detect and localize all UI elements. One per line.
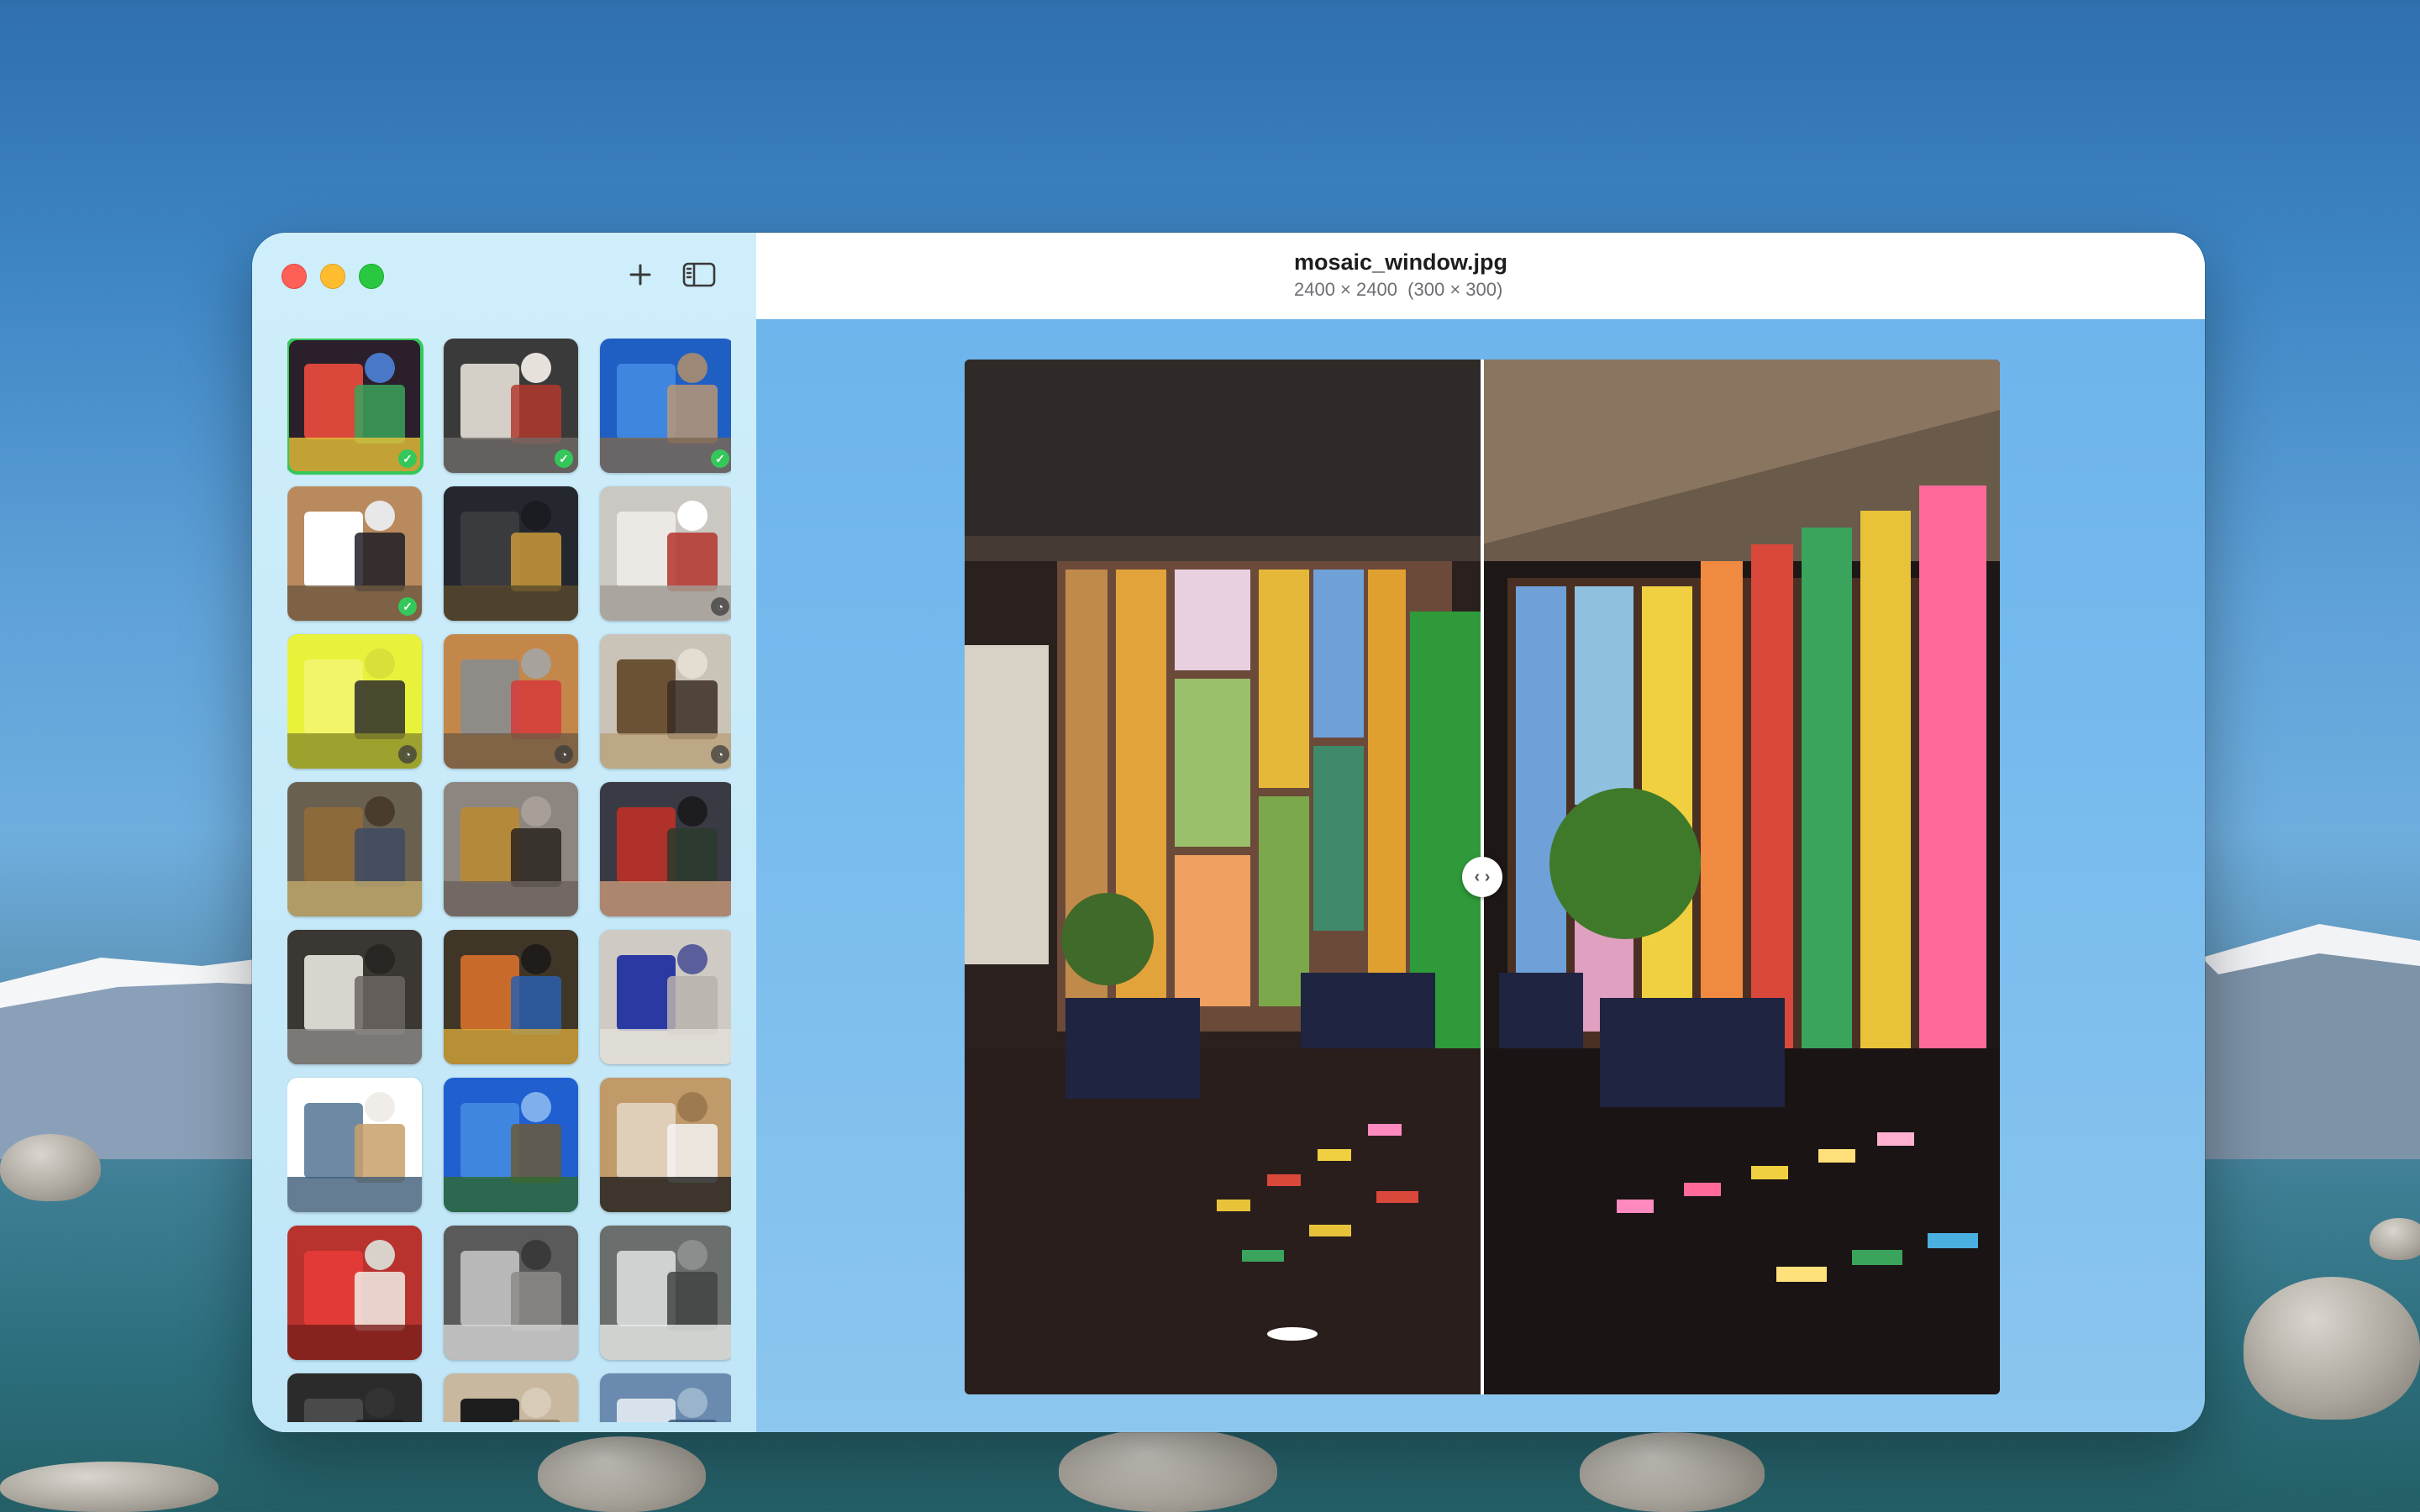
desktop-rock [2244, 1277, 2420, 1420]
thumbnail-remote-control-hand[interactable] [600, 1078, 731, 1212]
thumbnail-image [600, 486, 731, 621]
thumbnail-warehouse-pallet[interactable] [444, 1226, 578, 1360]
thumbnail-image [600, 930, 731, 1064]
thumbnail-grey-fabric-tag[interactable] [600, 1226, 731, 1360]
thumbnail-transit-map-sign[interactable]: ◔ [600, 486, 731, 621]
thumbnail-image [600, 1373, 731, 1422]
thumbnail-image [444, 1078, 578, 1212]
plus-icon [629, 264, 651, 286]
pending-clock-icon: ◔ [711, 597, 729, 616]
thumbnail-stained-glass-lobby[interactable]: ✓ [287, 339, 424, 475]
thumbnail-eiffel-day[interactable] [444, 1078, 578, 1212]
after-image [1482, 360, 2000, 1394]
desktop-rock [2370, 1218, 2420, 1260]
thumbnail-image [600, 1226, 731, 1360]
minimize-window-button[interactable] [320, 264, 345, 289]
thumbnail-stanford-storefront[interactable]: ✓ [444, 339, 578, 473]
thumbnail-image [600, 634, 731, 769]
before-image [965, 360, 1482, 1394]
title-block: mosaic_window.jpg 2400 × 2400 (300 × 300… [1294, 249, 1507, 301]
toggle-sidebar-button[interactable] [681, 258, 718, 291]
thumbnail-image [287, 1373, 422, 1422]
thumbnail-colorful-chandelier[interactable] [444, 930, 578, 1064]
processed-check-icon: ✓ [398, 449, 417, 468]
pending-clock-icon: ◔ [398, 745, 417, 764]
thumbnail-image [444, 930, 578, 1064]
thumbnail-dragon-sketch[interactable] [287, 1078, 422, 1212]
app-window: ✓ ✓ ✓ ✓ ◔ ◔ ◔ ◔ mosaic_window.jpg 2400 × 2400 (… [252, 233, 2205, 1432]
processed-check-icon: ✓ [711, 449, 729, 468]
thumbnail-image [444, 1226, 578, 1360]
file-name: mosaic_window.jpg [1294, 249, 1508, 275]
sidebar-icon [682, 262, 716, 287]
thumbnail-image [600, 339, 731, 473]
thumbnail-eiffel-night[interactable] [444, 486, 578, 621]
main-titlebar: mosaic_window.jpg 2400 × 2400 (300 × 300… [756, 233, 2205, 319]
thumbnail-image [287, 782, 422, 916]
sidebar-titlebar [252, 233, 756, 317]
compare-handle[interactable]: ‹ › [1462, 857, 1502, 897]
thumbnail-image [287, 1078, 422, 1212]
thumbnail-grid: ✓ ✓ ✓ ✓ ◔ ◔ ◔ ◔ [287, 339, 731, 1422]
thumbnail-image [444, 782, 578, 916]
close-window-button[interactable] [281, 264, 307, 289]
thumbnail-image [444, 486, 578, 621]
thumbnail-dark-cat[interactable] [287, 1373, 422, 1422]
before-after-viewer[interactable]: ‹ › [965, 360, 2000, 1394]
desktop-rock [1580, 1432, 1765, 1512]
thumbnail-renaissance-portrait[interactable] [600, 782, 731, 916]
file-dimensions: 2400 × 2400 (300 × 300) [1294, 279, 1503, 300]
processed-check-icon: ✓ [398, 597, 417, 616]
thumbnail-framed-sculpture[interactable]: ◔ [600, 634, 731, 769]
processed-check-icon: ✓ [555, 449, 573, 468]
thumbnail-black-bag[interactable] [444, 1373, 578, 1422]
pending-clock-icon: ◔ [711, 745, 729, 764]
thumbnail-image [600, 782, 731, 916]
thumbnail-blue-figures-art[interactable] [600, 930, 731, 1064]
thumbnail-prime-shirt-bag[interactable]: ✓ [287, 486, 422, 621]
thumbnail-spray-can-chair[interactable] [287, 930, 422, 1064]
thumbnail-sample-only-shirt[interactable]: ◔ [287, 634, 422, 769]
desktop-rock [1059, 1428, 1277, 1512]
pending-clock-icon: ◔ [555, 745, 573, 764]
thumbnail-framed-portrait-gold[interactable] [444, 782, 578, 916]
desktop-rock [0, 1134, 101, 1201]
zoom-window-button[interactable] [359, 264, 384, 289]
thumbnail-ocean-boat[interactable] [600, 1373, 731, 1422]
add-image-button[interactable] [622, 258, 659, 291]
thumbnail-image [600, 1078, 731, 1212]
thumbnail-image [287, 1226, 422, 1360]
thumbnail-stanford-arches[interactable]: ✓ [600, 339, 731, 473]
desktop-rock [0, 1462, 218, 1512]
thumbnail-laptop-desk[interactable]: ◔ [444, 634, 578, 769]
thumbnail-tondo-painting[interactable] [287, 782, 422, 916]
thumbnail-image [444, 1373, 578, 1422]
thumbnail-red-gift-box[interactable] [287, 1226, 422, 1360]
desktop-rock [538, 1436, 706, 1512]
thumbnail-image [287, 930, 422, 1064]
sidebar: ✓ ✓ ✓ ✓ ◔ ◔ ◔ ◔ [252, 233, 756, 1432]
